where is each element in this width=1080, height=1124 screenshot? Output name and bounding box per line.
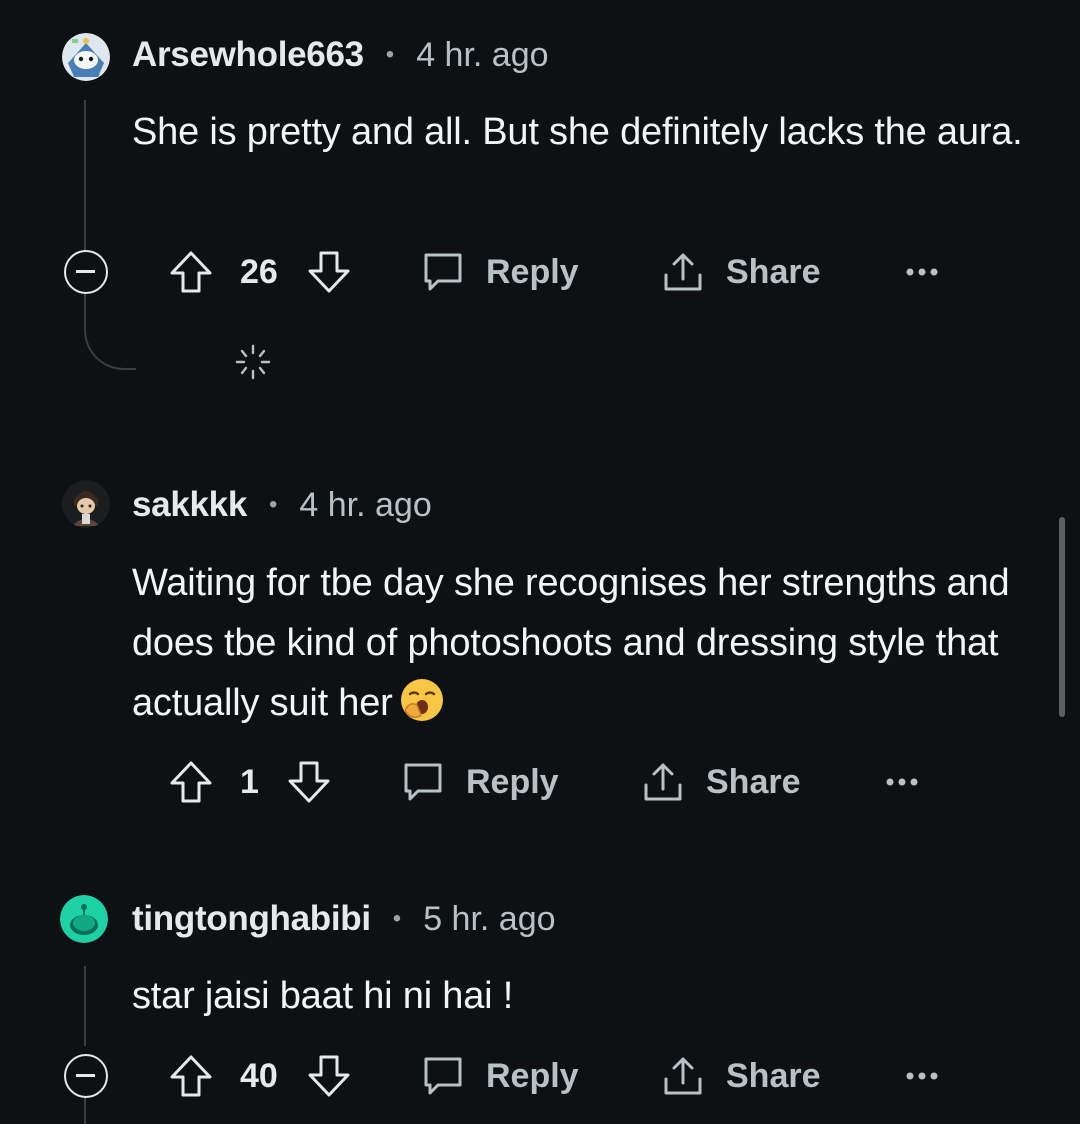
share-icon xyxy=(664,253,702,291)
comment-body: She is pretty and all. But she definitel… xyxy=(132,111,1023,153)
comment-bubble-icon xyxy=(404,763,442,801)
comment-actions: 1 Reply Share xyxy=(0,752,1080,812)
share-label: Share xyxy=(706,762,801,801)
username[interactable]: tingtonghabibi xyxy=(132,899,371,939)
separator-dot: • xyxy=(385,41,395,68)
avatar[interactable] xyxy=(60,895,108,943)
comment-thread: Arsewhole663 • 4 hr. ago She is pretty a… xyxy=(0,0,1080,1124)
vote-score-container: 1 xyxy=(240,752,259,812)
teal-snoo-avatar-icon xyxy=(60,895,108,943)
comment-header: tingtonghabibi • 5 hr. ago xyxy=(132,894,556,944)
comment-body: star jaisi baat hi ni hai ! xyxy=(132,975,514,1017)
timestamp[interactable]: 4 hr. ago xyxy=(299,486,431,525)
reply-button[interactable]: Reply xyxy=(420,242,579,302)
downvote-button[interactable] xyxy=(286,752,332,812)
scrollbar-thumb[interactable] xyxy=(1059,517,1065,717)
reply-label: Reply xyxy=(486,1056,579,1095)
vote-score-container: 40 xyxy=(240,1046,278,1106)
more-options-button[interactable] xyxy=(882,752,922,812)
character-avatar-icon xyxy=(62,480,110,528)
reply-label: Reply xyxy=(486,252,579,291)
share-label: Share xyxy=(726,252,821,291)
more-options-button[interactable] xyxy=(902,242,942,302)
comment-header: Arsewhole663 • 4 hr. ago xyxy=(132,30,549,80)
timestamp[interactable]: 4 hr. ago xyxy=(416,36,548,75)
yawning-face-icon xyxy=(400,679,443,721)
separator-dot: • xyxy=(269,491,278,518)
upvote-button[interactable] xyxy=(168,242,214,302)
thread-elbow xyxy=(84,320,136,370)
downvote-button[interactable] xyxy=(306,242,352,302)
upvote-button[interactable] xyxy=(168,1046,214,1106)
comment-actions: 40 Reply Share xyxy=(0,1046,1080,1106)
share-button[interactable]: Share xyxy=(660,242,821,302)
downvote-icon xyxy=(308,251,350,293)
vote-score: 1 xyxy=(240,762,259,801)
share-button[interactable]: Share xyxy=(640,752,801,812)
more-options-icon xyxy=(886,778,918,786)
vote-score: 26 xyxy=(240,252,278,291)
upvote-button[interactable] xyxy=(168,752,214,812)
comment-body-text: Waiting for tbe day she recognises her s… xyxy=(132,562,1010,724)
reply-label: Reply xyxy=(466,762,559,801)
share-icon xyxy=(664,1057,702,1095)
avatar[interactable] xyxy=(62,33,110,81)
share-icon xyxy=(644,763,682,801)
username[interactable]: Arsewhole663 xyxy=(132,35,364,75)
downvote-icon xyxy=(308,1055,350,1097)
comment-actions: 26 Reply Share xyxy=(0,242,1080,302)
loading-spinner-icon xyxy=(235,344,271,380)
downvote-icon xyxy=(288,761,330,803)
more-options-icon xyxy=(906,1072,938,1080)
more-options-icon xyxy=(906,268,938,276)
vote-score: 40 xyxy=(240,1056,278,1095)
comment-header: sakkkk • 4 hr. ago xyxy=(132,480,432,530)
share-label: Share xyxy=(726,1056,821,1095)
reply-button[interactable]: Reply xyxy=(400,752,559,812)
upvote-icon xyxy=(170,1055,212,1097)
thread-line xyxy=(84,966,86,1046)
upvote-icon xyxy=(170,761,212,803)
comment-body: Waiting for tbe day she recognises her s… xyxy=(132,553,1052,733)
username[interactable]: sakkkk xyxy=(132,485,247,525)
avatar[interactable] xyxy=(62,480,110,528)
more-options-button[interactable] xyxy=(902,1046,942,1106)
reply-button[interactable]: Reply xyxy=(420,1046,579,1106)
comment-bubble-icon xyxy=(424,253,462,291)
comment-bubble-icon xyxy=(424,1057,462,1095)
upvote-icon xyxy=(170,251,212,293)
thread-line xyxy=(84,100,86,250)
downvote-button[interactable] xyxy=(306,1046,352,1106)
share-button[interactable]: Share xyxy=(660,1046,821,1106)
timestamp[interactable]: 5 hr. ago xyxy=(423,900,555,939)
vote-score-container: 26 xyxy=(240,242,278,302)
collapse-thread-button[interactable] xyxy=(64,1054,108,1098)
collapse-thread-button[interactable] xyxy=(64,250,108,294)
snoo-robot-avatar-icon xyxy=(62,33,110,81)
separator-dot: • xyxy=(392,905,402,932)
